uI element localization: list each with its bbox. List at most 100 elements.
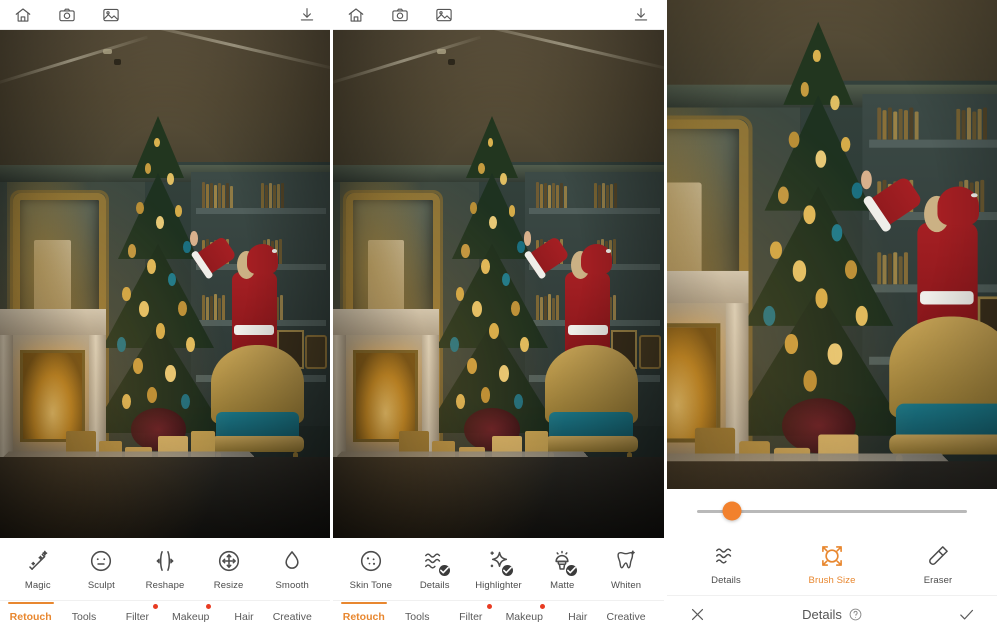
skin-tone-icon [358,548,384,574]
tab-label: Makeup [172,610,210,623]
tab-hair[interactable]: Hair [551,611,605,623]
camera-icon[interactable] [391,6,409,24]
tool-label: Resize [213,579,244,591]
tool-label: Sculpt [87,579,115,591]
top-toolbar [0,0,331,30]
christmas-room-scene-zoomed [667,0,997,489]
tab-creative[interactable]: Creative [605,611,661,623]
tab-label: Filter [459,610,483,623]
brush-size-slider-row [667,489,997,533]
tool-label: Highlighter [475,579,522,591]
new-badge-dot [486,603,492,609]
tab-label: Retouch [342,610,385,623]
camera-icon[interactable] [58,6,76,24]
tab-tools[interactable]: Tools [391,611,445,623]
photo-canvas-zoomed[interactable] [667,0,997,489]
retouch-tool-strip-2: Skin Tone Details Highlighter Matte Whit… [333,538,665,600]
tab-creative[interactable]: Creative [271,611,326,623]
tool-sculpt[interactable]: Sculpt [70,548,132,591]
tab-label: Makeup [505,610,543,623]
category-tab-bar-2: Retouch Tools Filter Makeup Hair Creativ… [333,600,665,632]
tab-label: Tools [404,610,430,623]
editor-action-bar: Details [667,595,997,632]
help-icon[interactable] [849,608,862,621]
magic-wand-icon [25,548,51,574]
tool-label: Eraser [923,574,953,586]
home-icon[interactable] [347,6,365,24]
category-tab-bar-1: Retouch Tools Filter Makeup Hair Creativ… [0,600,331,632]
tool-label: Reshape [145,579,185,591]
tool-highlighter[interactable]: Highlighter [467,548,529,591]
new-badge-dot [153,603,159,609]
photo-canvas[interactable] [0,30,331,538]
applied-check-badge [438,564,450,576]
tool-whiten[interactable]: Whiten [595,548,657,591]
applied-check-badge [502,564,514,576]
eraser-icon [925,543,951,569]
droplet-icon [279,548,305,574]
tab-label: Creative [272,610,312,623]
tab-retouch[interactable]: Retouch [337,611,391,623]
tool-label: Details [711,574,741,586]
face-sculpt-icon [88,548,114,574]
tool-eraser[interactable]: Eraser [907,543,969,586]
check-icon[interactable] [958,606,975,623]
tool-label: Brush Size [808,574,856,586]
three-panel-screenshot: Magic Sculpt Reshape Resize Smooth Retou… [0,0,997,632]
applied-check-badge [566,564,578,576]
home-icon[interactable] [14,6,32,24]
editor-title: Details [802,606,842,622]
tool-reshape[interactable]: Reshape [134,548,196,591]
tool-matte[interactable]: Matte [531,548,593,591]
tab-label: Creative [606,610,646,623]
new-badge-dot [540,603,545,609]
tab-hair[interactable]: Hair [217,611,270,623]
gallery-icon[interactable] [102,6,120,24]
details-waves-icon [422,548,450,576]
tool-resize[interactable]: Resize [198,548,260,591]
panel-retouch-skin: Skin Tone Details Highlighter Matte Whit… [333,0,665,632]
brush-size-slider[interactable] [697,501,968,521]
tool-details[interactable]: Details [404,548,466,591]
resize-icon [216,548,242,574]
tool-skin-tone[interactable]: Skin Tone [340,548,402,591]
tab-label: Hair [568,610,588,623]
tool-label: Skin Tone [349,579,393,591]
sparkle-icon [485,548,514,576]
tab-makeup[interactable]: Makeup [498,603,552,623]
tab-retouch[interactable]: Retouch [4,611,57,623]
tab-filter[interactable]: Filter [444,603,498,623]
tab-tools[interactable]: Tools [57,611,110,623]
details-tool-strip: Details Brush Size Eraser [667,533,997,595]
download-icon[interactable] [298,6,316,24]
top-toolbar [333,0,665,30]
christmas-room-scene [333,30,665,538]
tab-label: Retouch [9,610,52,623]
details-waves-icon [713,543,739,569]
tab-filter[interactable]: Filter [111,603,164,623]
tool-label: Whiten [610,579,642,591]
tool-label: Smooth [275,579,309,591]
download-icon[interactable] [632,6,650,24]
tab-label: Filter [125,610,150,623]
close-icon[interactable] [689,606,706,623]
tool-magic[interactable]: Magic [7,548,69,591]
tool-label: Magic [24,579,51,591]
retouch-tool-strip-1: Magic Sculpt Reshape Resize Smooth [0,538,331,600]
tool-brush-size[interactable]: Brush Size [801,543,863,586]
tooth-icon [613,548,639,574]
brush-size-icon [819,543,845,569]
slider-knob[interactable] [722,501,742,521]
new-badge-dot [206,603,212,609]
powder-puff-icon [549,548,578,576]
tool-details[interactable]: Details [695,543,757,586]
photo-canvas[interactable] [333,30,665,538]
panel-retouch-main: Magic Sculpt Reshape Resize Smooth Retou… [0,0,331,632]
christmas-room-scene [0,30,331,538]
panel-details-brush-editor: Details Brush Size Eraser Details [667,0,997,632]
tab-makeup[interactable]: Makeup [164,603,217,623]
tool-smooth[interactable]: Smooth [261,548,323,591]
gallery-icon[interactable] [435,6,453,24]
tab-label: Hair [234,610,254,623]
tab-label: Tools [71,610,97,623]
